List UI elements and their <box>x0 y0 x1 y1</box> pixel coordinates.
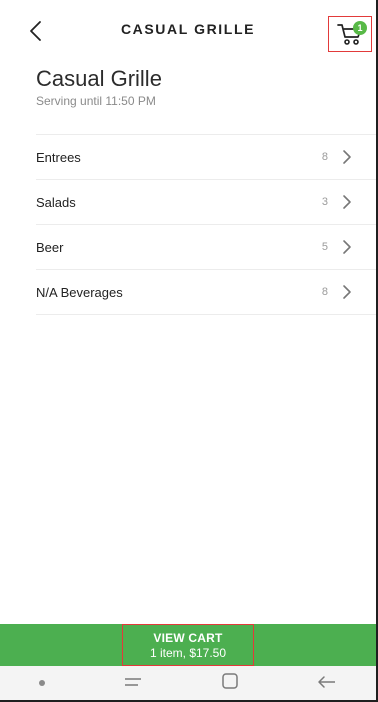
nav-dot-indicator <box>38 680 45 686</box>
category-row-entrees[interactable]: Entrees 8 <box>36 135 376 180</box>
cart-summary: 1 item, $17.50 <box>149 645 227 660</box>
category-count: 3 <box>321 196 328 208</box>
category-count: 5 <box>321 241 328 253</box>
chevron-right-icon <box>342 239 354 255</box>
home-icon[interactable] <box>221 672 239 695</box>
category-name: Beer <box>36 239 64 255</box>
chevron-right-icon <box>342 284 354 300</box>
restaurant-hours: Serving until 11:50 PM <box>36 94 156 108</box>
view-cart-bar[interactable]: VIEW CART 1 item, $17.50 <box>0 624 376 666</box>
header-title: CASUAL GRILLE <box>120 21 256 37</box>
cart-button[interactable]: 1 <box>328 16 372 52</box>
back-arrow-icon[interactable] <box>316 673 338 694</box>
category-name: N/A Beverages <box>36 284 123 300</box>
category-list: Entrees 8 Salads 3 Beer 5 N/A Beverages … <box>36 134 376 315</box>
recent-apps-icon[interactable] <box>122 673 144 694</box>
app-screen: CASUAL GRILLE 1 Casual Grille Serving un… <box>0 0 378 702</box>
top-app-bar: CASUAL GRILLE 1 <box>0 0 376 58</box>
category-name: Salads <box>36 194 76 210</box>
android-navigation-bar <box>0 666 376 700</box>
view-cart-label: VIEW CART <box>153 630 223 645</box>
back-chevron-icon <box>30 21 41 41</box>
view-cart-button[interactable]: VIEW CART 1 item, $17.50 <box>122 624 254 666</box>
restaurant-title: Casual Grille <box>36 66 162 91</box>
cart-badge: 1 <box>353 21 367 35</box>
category-row-na-beverages[interactable]: N/A Beverages 8 <box>36 270 376 315</box>
chevron-right-icon <box>342 149 354 165</box>
category-count: 8 <box>321 286 328 298</box>
back-button[interactable] <box>24 18 46 44</box>
category-row-salads[interactable]: Salads 3 <box>36 180 376 225</box>
chevron-right-icon <box>342 194 354 210</box>
category-name: Entrees <box>36 149 81 165</box>
category-count: 8 <box>321 151 328 163</box>
category-row-beer[interactable]: Beer 5 <box>36 225 376 270</box>
